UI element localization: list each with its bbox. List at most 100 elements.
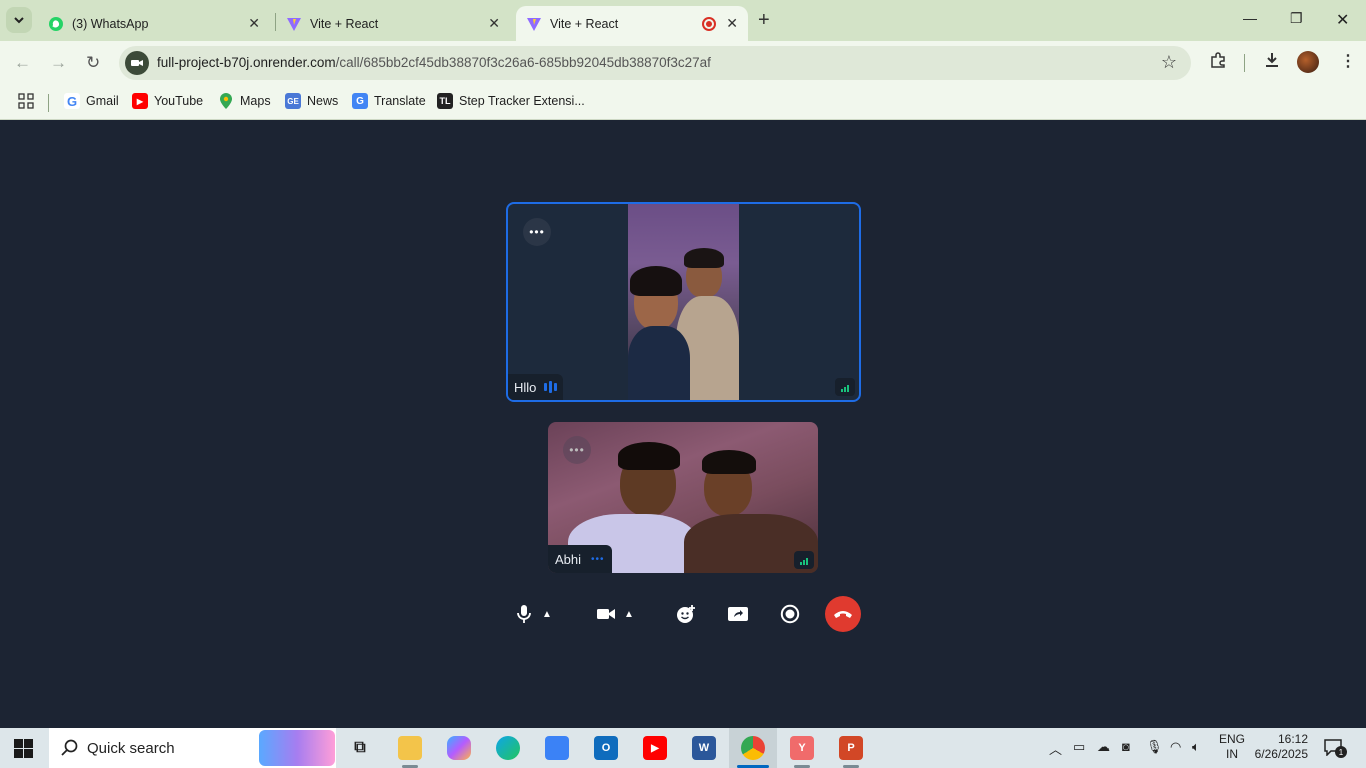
powerpoint-icon[interactable]: P [839, 736, 863, 760]
youtube-app-icon[interactable]: ▶ [643, 736, 667, 760]
muted-dots-icon: ••• [591, 553, 605, 565]
close-tab-icon[interactable]: ✕ [488, 16, 500, 30]
record-button[interactable] [772, 595, 808, 633]
notification-count: 1 [1335, 746, 1347, 758]
microsoft-store-icon[interactable] [545, 736, 569, 760]
person-hair [618, 442, 680, 470]
participant-video [628, 204, 739, 400]
microphone-icon [517, 605, 531, 623]
download-icon[interactable] [1263, 51, 1281, 74]
tab-strip: (3) WhatsApp ✕ Vite + React ✕ Vite + Rea… [0, 0, 1366, 41]
search-label: Quick search [87, 739, 175, 757]
reaction-button[interactable] [668, 595, 704, 633]
onedrive-icon[interactable]: ☁ [1097, 739, 1110, 755]
call-controls: ▲ ▲ [506, 595, 866, 635]
menu-kebab-icon[interactable]: ⋮ [1340, 51, 1356, 71]
caret-up-icon: ▲ [624, 608, 634, 620]
notification-center-icon[interactable]: 1 [1323, 738, 1347, 758]
tab-search-button[interactable] [6, 7, 32, 33]
bookmark-step-tracker[interactable]: TL Step Tracker Extensi... [437, 93, 585, 109]
bookmark-star-icon[interactable]: ☆ [1161, 52, 1177, 73]
translate-icon: G [352, 93, 368, 109]
youtube-icon: ▶ [132, 93, 148, 109]
clock-date: 6/26/2025 [1254, 747, 1308, 761]
recording-icon [702, 17, 716, 34]
url-path: /call/685bb2cf45db38870f3c26a6-685bb9204… [335, 55, 711, 70]
mic-options-button[interactable]: ▲ [536, 595, 558, 633]
tab-vite-react-active[interactable]: Vite + React ✕ [516, 6, 748, 41]
restore-icon[interactable]: ❐ [1290, 10, 1303, 27]
participant-name: Hllo [514, 379, 537, 395]
close-tab-icon[interactable]: ✕ [248, 16, 260, 30]
phone-hangup-icon [834, 611, 852, 618]
participant-tile-hllo[interactable]: ••• Hllo [506, 202, 861, 402]
volume-icon[interactable]: 🔈︎ [1192, 739, 1200, 755]
search-highlight-image [259, 730, 335, 766]
participant-tile-abhi[interactable]: ••• Abhi ••• [548, 422, 818, 573]
back-icon[interactable]: ← [14, 53, 31, 73]
tab-vite-react[interactable]: Vite + React ✕ [276, 6, 510, 41]
edge-icon[interactable] [496, 736, 520, 760]
share-screen-button[interactable] [720, 595, 756, 633]
apps-grid-icon[interactable] [18, 93, 34, 109]
vite-icon [286, 16, 302, 32]
camera-options-button[interactable]: ▲ [618, 595, 640, 633]
minimize-icon[interactable]: — [1243, 10, 1257, 26]
hangup-button[interactable] [825, 596, 861, 632]
whatsapp-icon [48, 16, 64, 32]
close-window-icon[interactable]: ✕ [1336, 10, 1349, 30]
connection-quality-icon [835, 378, 855, 396]
clock-time: 16:12 [1277, 732, 1308, 746]
task-view-icon[interactable]: ⧉ [348, 736, 372, 760]
tab-whatsapp[interactable]: (3) WhatsApp ✕ [38, 6, 270, 41]
reload-icon[interactable]: ↻ [86, 53, 100, 73]
person-hair [684, 248, 724, 268]
browser-toolbar: ← → ↻ full-project-b70j.onrender.com/cal… [0, 41, 1366, 85]
extensions-icon[interactable] [1209, 51, 1227, 74]
taskbar-search-box[interactable]: Quick search [49, 728, 336, 768]
participant-menu-button[interactable]: ••• [563, 436, 591, 464]
outlook-icon[interactable]: O [594, 736, 618, 760]
address-bar[interactable]: full-project-b70j.onrender.com/call/685b… [119, 46, 1191, 80]
step-tracker-icon: TL [437, 93, 453, 109]
close-tab-icon[interactable]: ✕ [726, 16, 738, 30]
new-tab-icon[interactable]: + [758, 9, 770, 32]
participant-name-tag: Hllo [508, 374, 564, 400]
app-icon-pink[interactable]: Y [790, 736, 814, 760]
bookmark-news[interactable]: GE News [285, 93, 338, 109]
windows-start-icon[interactable] [14, 739, 33, 758]
news-icon: GE [285, 93, 301, 109]
bookmark-youtube[interactable]: ▶ YouTube [132, 93, 203, 109]
camera-site-icon[interactable] [125, 51, 149, 75]
search-icon [61, 739, 78, 756]
maps-icon [218, 93, 234, 109]
bookmark-maps[interactable]: Maps [218, 93, 271, 109]
microphone-in-use-icon[interactable]: 🎙︎ [1146, 739, 1163, 755]
participant-name: Abhi [555, 551, 582, 567]
copilot-icon[interactable] [447, 736, 471, 760]
system-clock[interactable]: 16:12 6/26/2025 [1252, 732, 1308, 762]
chrome-icon[interactable] [741, 736, 765, 760]
language-indicator[interactable]: ENG IN [1219, 732, 1245, 762]
bookmark-label: News [307, 94, 339, 108]
person-hair [702, 450, 756, 474]
file-explorer-icon[interactable] [398, 736, 422, 760]
bookmark-label: Maps [240, 94, 271, 108]
forward-icon[interactable]: → [50, 53, 67, 73]
profile-avatar[interactable] [1297, 51, 1319, 73]
call-page: ••• Hllo ••• Abhi ••• ▲ ▲ [0, 121, 1366, 728]
bookmark-label: YouTube [154, 94, 204, 108]
tab-label: Vite + React [550, 16, 619, 31]
participant-menu-button[interactable]: ••• [523, 218, 551, 246]
video-camera-icon [597, 609, 615, 619]
word-icon[interactable]: W [692, 736, 716, 760]
bookmark-translate[interactable]: G Translate [352, 93, 426, 109]
chevron-down-icon [14, 17, 24, 24]
bookmark-gmail[interactable]: G Gmail [64, 93, 119, 109]
region-code: IN [1226, 747, 1238, 761]
battery-icon[interactable]: ▭ [1073, 739, 1085, 755]
wifi-icon[interactable]: ◠ [1170, 739, 1181, 755]
camera-in-use-icon[interactable]: ◙ [1122, 739, 1130, 754]
participant-name-tag: Abhi ••• [548, 545, 612, 573]
show-hidden-icons[interactable]: ︿ [1049, 739, 1062, 758]
